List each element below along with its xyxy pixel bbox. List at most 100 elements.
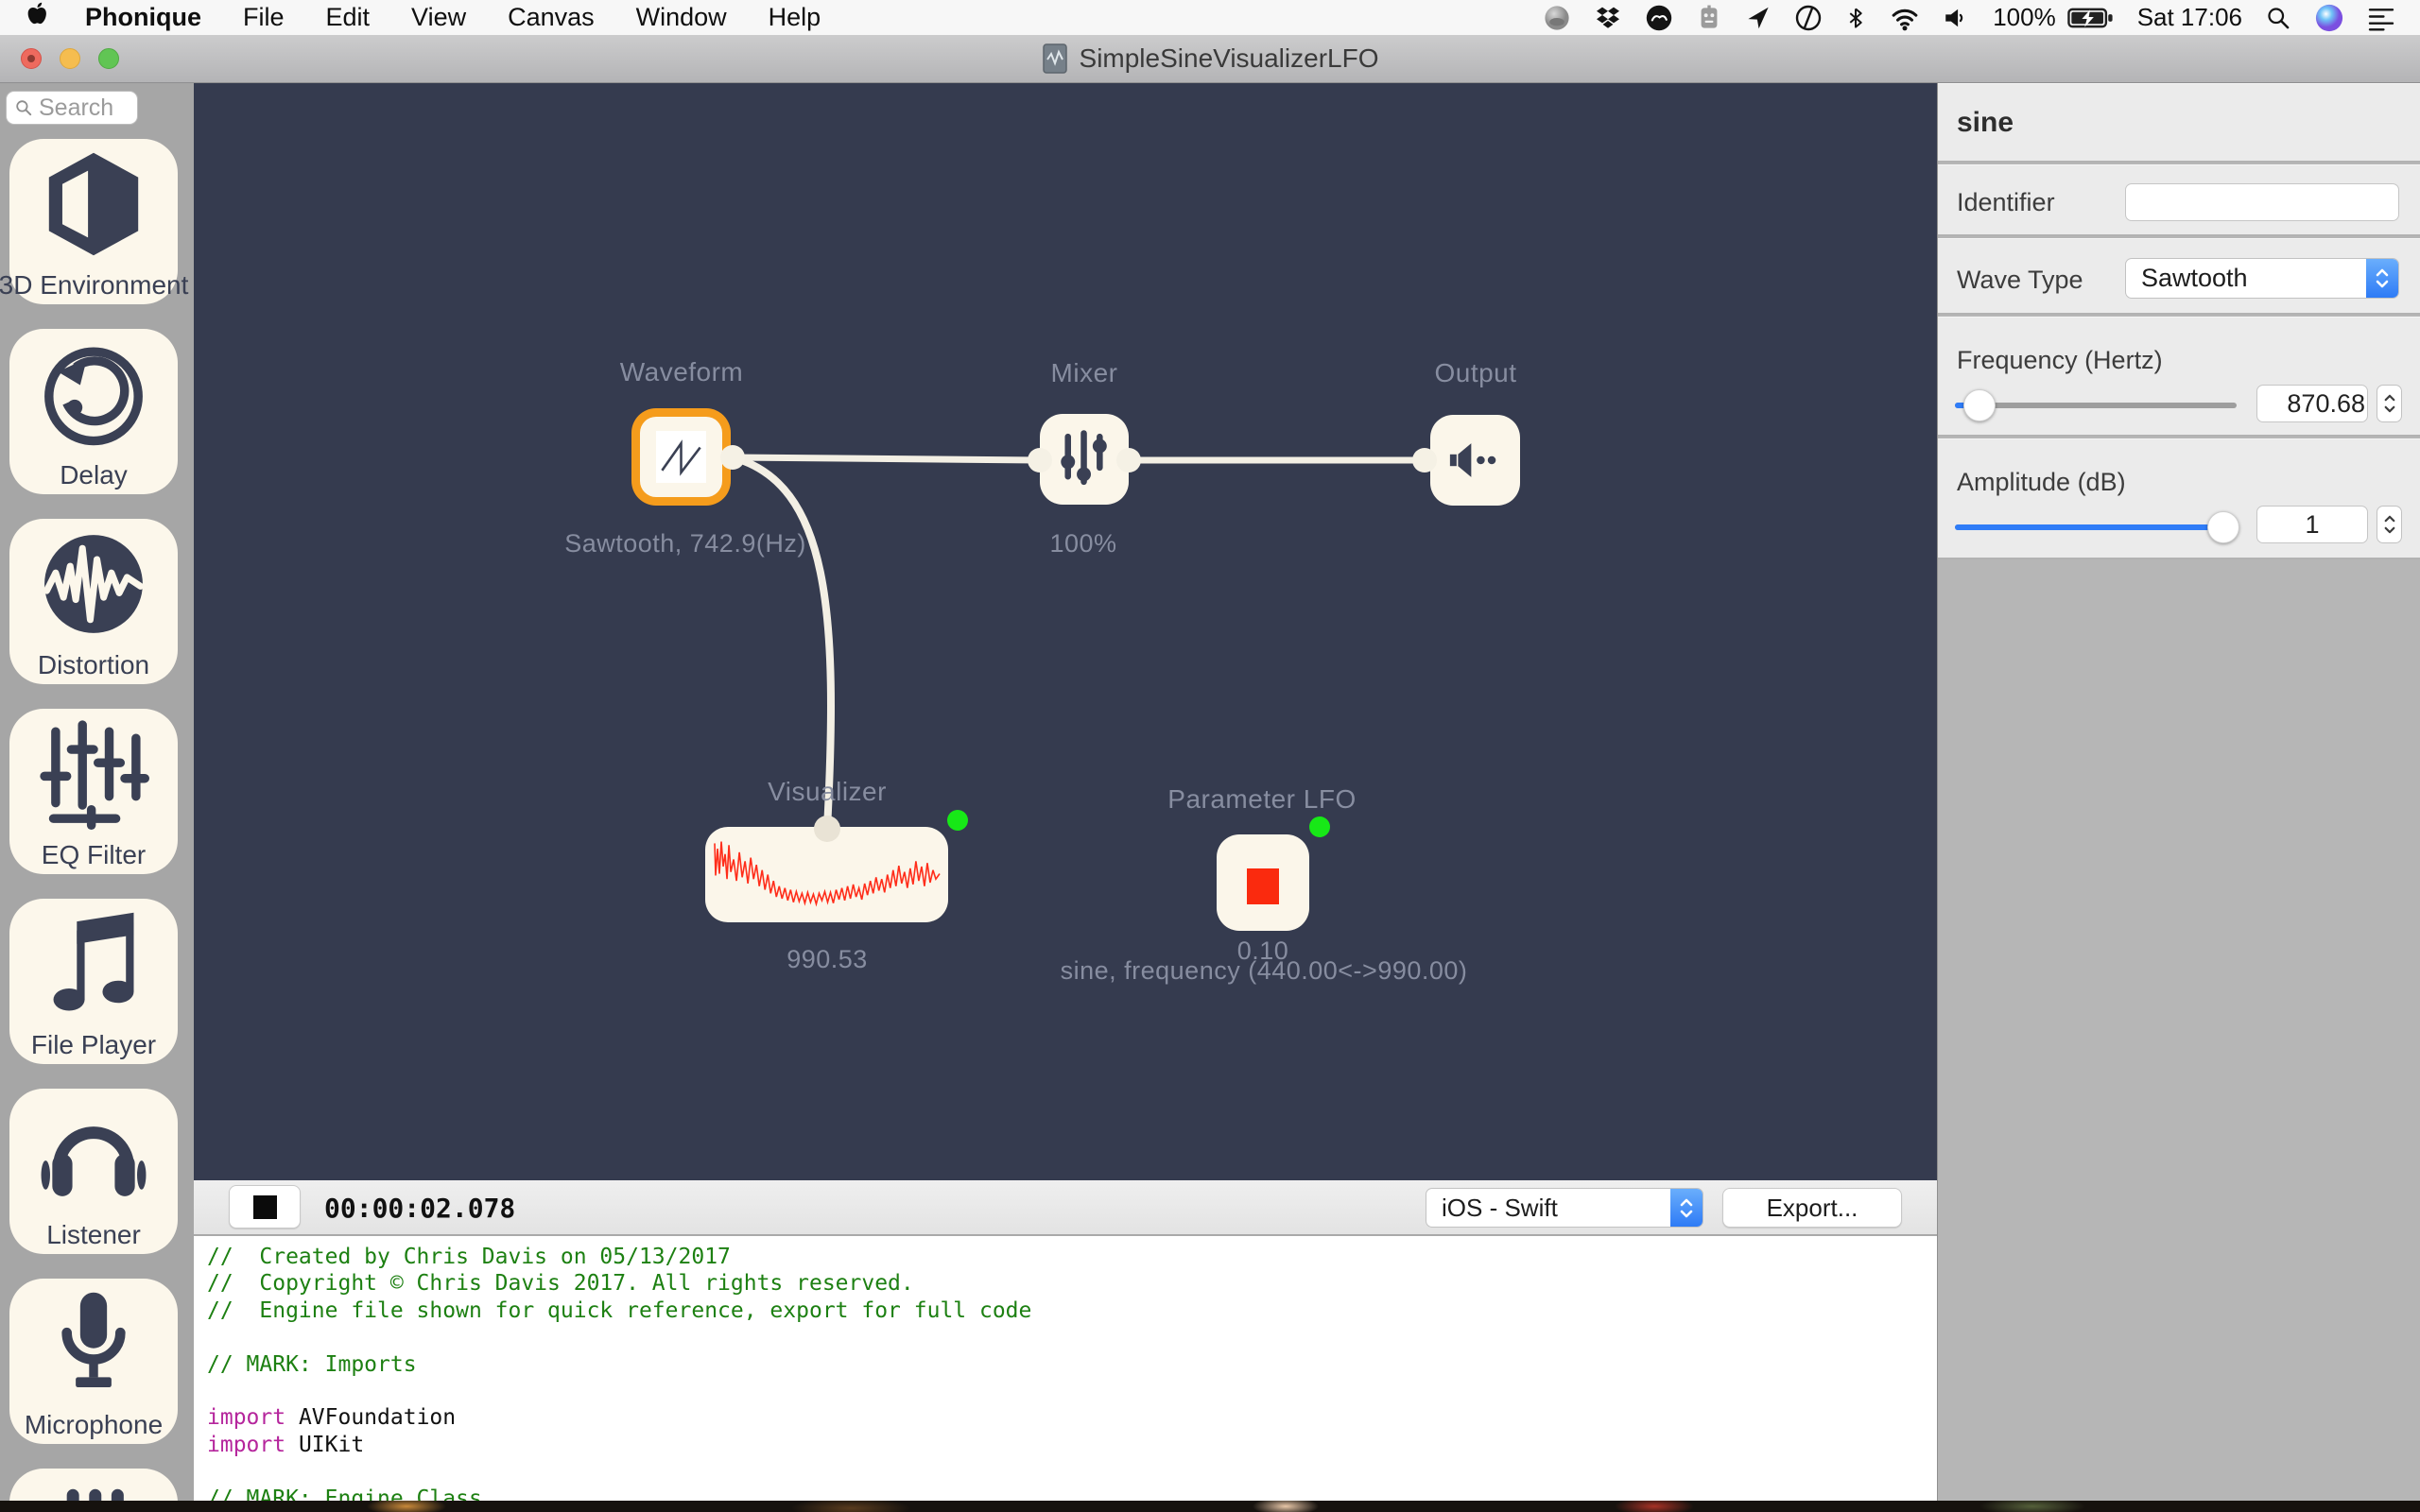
code-editor[interactable]: // Created by Chris Davis on 05/13/2017/…	[194, 1236, 1937, 1501]
spotlight-search-icon[interactable]	[2265, 5, 2291, 31]
menu-item-edit[interactable]: Edit	[326, 3, 371, 32]
volume-icon[interactable]	[1944, 6, 1970, 30]
wifi-icon[interactable]	[1889, 5, 1921, 31]
mixer-node[interactable]	[1040, 414, 1129, 505]
amplitude-field[interactable]	[2256, 506, 2368, 543]
export-button[interactable]: Export...	[1722, 1188, 1902, 1228]
palette-item-delay[interactable]: Delay	[9, 329, 178, 494]
menu-item-file[interactable]: File	[243, 3, 285, 32]
palette-item-listener[interactable]: Listener	[9, 1089, 178, 1254]
music-note-icon	[38, 908, 149, 1020]
frequency-label: Frequency (Hertz)	[1957, 346, 2163, 375]
desktop-wallpaper	[0, 1501, 2420, 1512]
palette-item-label: Microphone	[25, 1410, 163, 1440]
frequency-stepper[interactable]	[2377, 385, 2402, 422]
status-app-sphere-icon[interactable]	[1543, 4, 1571, 32]
dropdown-stepper-icon	[1670, 1189, 1703, 1227]
output-node[interactable]	[1430, 415, 1520, 506]
lfo-stop-square	[1247, 868, 1279, 904]
faders-icon	[38, 1478, 149, 1501]
delay-icon	[38, 338, 149, 450]
output-node-title: Output	[1434, 358, 1516, 388]
menu-item-view[interactable]: View	[411, 3, 466, 32]
palette-item-eq-filter[interactable]: EQ Filter	[9, 709, 178, 874]
creative-cloud-icon[interactable]	[1645, 4, 1673, 32]
lfo-node-detail: sine, frequency (440.00<->990.00)	[1061, 956, 1468, 986]
apple-menu[interactable]	[25, 0, 49, 35]
dropbox-icon[interactable]	[1594, 4, 1622, 32]
visualizer-node[interactable]	[705, 827, 948, 922]
window-title: SimpleSineVisualizerLFO	[1080, 43, 1379, 74]
visualizer-node-caption: 990.53	[786, 945, 868, 974]
lfo-node-title: Parameter LFO	[1167, 784, 1356, 815]
palette-item-distortion[interactable]: Distortion	[9, 519, 178, 684]
identifier-label: Identifier	[1957, 188, 2055, 217]
palette-item-microphone[interactable]: Microphone	[9, 1279, 178, 1444]
frequency-slider[interactable]	[1955, 389, 2237, 421]
battery-icon[interactable]	[2067, 6, 2115, 30]
identifier-field[interactable]	[2125, 183, 2399, 221]
menu-item-canvas[interactable]: Canvas	[508, 3, 595, 32]
palette-search-field[interactable]	[6, 91, 138, 125]
waveform-trace	[713, 834, 941, 915]
amplitude-slider[interactable]	[1955, 511, 2237, 543]
export-language-dropdown[interactable]: iOS - Swift	[1426, 1188, 1703, 1228]
dropdown-stepper-icon	[2366, 259, 2398, 298]
mixer-node-title: Mixer	[1051, 358, 1118, 388]
node-graph-canvas[interactable]: Waveform Sawtooth, 742.9(Hz) Mixer 100% …	[194, 83, 1937, 1180]
palette-item-3d-environment[interactable]: 3D Environment	[9, 139, 178, 304]
bluetooth-icon[interactable]	[1845, 4, 1866, 32]
window-title-bar[interactable]: SimpleSineVisualizerLFO	[0, 35, 2420, 83]
transport-toolbar: 00:00:02.078 iOS - Swift Export...	[194, 1180, 1937, 1236]
mixer-icon	[1058, 428, 1111, 490]
cube-icon	[38, 148, 149, 260]
inspector-header-row: sine	[1938, 83, 2420, 163]
lfo-active-indicator	[1309, 816, 1330, 837]
notification-center-icon[interactable]	[2367, 5, 2395, 31]
waveform-node[interactable]	[631, 408, 731, 506]
location-icon[interactable]	[1745, 5, 1772, 31]
wave-type-label: Wave Type	[1957, 266, 2083, 295]
mixer-node-caption: 100%	[1049, 529, 1116, 558]
palette-item-label: Delay	[60, 460, 128, 490]
inspector-panel: sine Identifier Wave Type Sawtooth Frequ…	[1937, 83, 2420, 1501]
minimize-button[interactable]	[60, 48, 80, 69]
palette-item-label: Distortion	[38, 650, 149, 680]
parameter-lfo-node[interactable]	[1217, 834, 1309, 931]
status-robot-icon[interactable]	[1696, 4, 1722, 32]
close-button[interactable]	[21, 48, 42, 69]
menu-clock[interactable]: Sat 17:06	[2137, 3, 2242, 32]
slider-fill	[1955, 524, 2226, 530]
palette-item-partial[interactable]	[9, 1469, 178, 1501]
inspector-node-name: sine	[1957, 107, 2014, 139]
search-input[interactable]	[39, 94, 130, 122]
eq-icon	[38, 718, 149, 830]
palette-item-file-player[interactable]: File Player	[9, 899, 178, 1064]
apple-icon	[25, 0, 49, 28]
speaker-icon	[1446, 438, 1505, 483]
frequency-slider-knob[interactable]	[1963, 389, 1996, 421]
zoom-button[interactable]	[98, 48, 119, 69]
wave-type-dropdown[interactable]: Sawtooth	[2125, 258, 2399, 299]
visualizer-active-indicator	[947, 810, 968, 831]
sawtooth-wave-icon	[656, 431, 706, 483]
menu-item-window[interactable]: Window	[636, 3, 727, 32]
stop-button[interactable]	[229, 1185, 301, 1228]
export-button-label: Export...	[1767, 1194, 1858, 1223]
menu-item-phonique[interactable]: Phonique	[85, 3, 201, 32]
menu-item-help[interactable]: Help	[769, 3, 821, 32]
battery-percent: 100%	[1993, 3, 2056, 32]
distortion-icon	[38, 528, 149, 640]
palette-item-label: File Player	[31, 1030, 156, 1060]
palette-item-label: EQ Filter	[42, 840, 146, 870]
document-icon[interactable]	[1042, 43, 1068, 75]
node-palette-sidebar: 3D Environment Delay Distortion	[0, 83, 194, 1501]
slider-track[interactable]	[1955, 403, 2237, 408]
palette-item-label: 3D Environment	[0, 270, 188, 301]
amplitude-stepper[interactable]	[2377, 506, 2402, 543]
frequency-field[interactable]	[2256, 385, 2368, 422]
siri-icon[interactable]	[2314, 3, 2344, 33]
do-not-disturb-icon[interactable]	[1794, 4, 1823, 32]
wave-type-value: Sawtooth	[2126, 264, 2366, 293]
amplitude-slider-knob[interactable]	[2207, 511, 2239, 543]
